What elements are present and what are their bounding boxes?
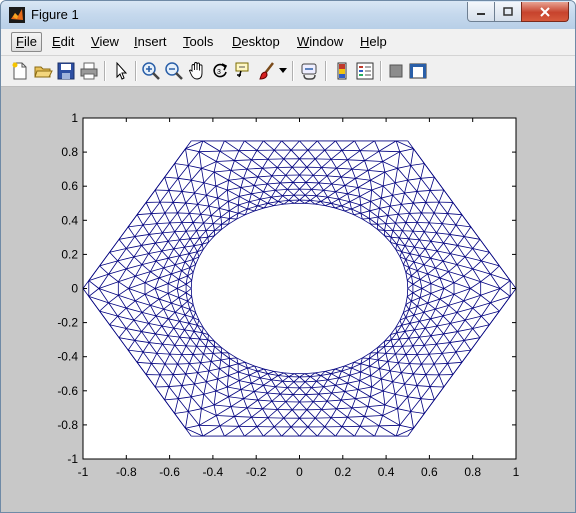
mesh-edge [251, 416, 268, 419]
link-plot-icon[interactable] [299, 61, 319, 81]
mesh-edge [331, 158, 348, 161]
menu-help[interactable]: Help [356, 33, 391, 51]
zoom-out-icon[interactable] [164, 61, 184, 81]
hide-plot-tools-icon[interactable] [386, 61, 406, 81]
insert-legend-icon[interactable] [355, 61, 375, 81]
mesh-edge [379, 150, 400, 153]
toolbar-separator [380, 61, 382, 81]
x-tick-label: 0.6 [421, 465, 438, 479]
x-tick-label: 0.8 [464, 465, 481, 479]
menu-insert[interactable]: Insert [130, 33, 171, 51]
mesh-edge [229, 218, 237, 220]
x-tick-label: -0.2 [246, 465, 267, 479]
figure-window: Figure 1 File Edit View Insert Tools Des… [0, 0, 576, 513]
mesh-edge [151, 212, 165, 214]
axes-background [82, 117, 517, 460]
mesh-edge [362, 218, 370, 220]
x-tick-labels: -1 -0.8 -0.6 -0.4 -0.2 0 0.2 0.4 0.6 0.8 1 [78, 465, 520, 479]
zoom-in-icon[interactable] [141, 61, 161, 81]
menu-edit[interactable]: Edit [48, 33, 78, 51]
axes-plot[interactable]: -1 -0.8 -0.6 -0.4 -0.2 0 0.2 0.4 0.6 0.8 1 1 0.8 0.6… [1, 87, 575, 512]
new-figure-icon[interactable] [10, 61, 30, 81]
brush-dropdown-icon[interactable] [279, 68, 287, 74]
minimize-icon [477, 12, 485, 15]
pan-hand-icon[interactable] [187, 61, 207, 81]
x-tick-label: -0.8 [116, 465, 137, 479]
title-bar[interactable]: Figure 1 [1, 1, 575, 29]
menu-view[interactable]: View [87, 33, 123, 51]
y-tick-label: 0.6 [61, 179, 78, 193]
y-tick-label: 0 [71, 282, 78, 296]
rotate-3d-icon[interactable]: 3 [210, 61, 230, 81]
mesh-edge [151, 363, 165, 365]
y-tick-label: -0.2 [57, 316, 78, 330]
toolbar-separator [104, 61, 106, 81]
mesh-edge [280, 182, 294, 184]
toolbar-separator [292, 61, 294, 81]
menu-bar: File Edit View Insert Tools Desktop Wind… [1, 29, 575, 76]
open-file-icon[interactable] [33, 61, 53, 81]
y-tick-label: 1 [71, 111, 78, 125]
y-tick-labels: 1 0.8 0.6 0.4 0.2 0 -0.2 -0.4 -0.6 -0.8 -1 [57, 111, 78, 466]
minimize-button[interactable] [467, 2, 495, 22]
mesh-edge [434, 363, 448, 365]
data-cursor-icon[interactable] [233, 61, 253, 81]
menu-desktop[interactable]: Desktop [228, 33, 284, 51]
mesh-edge [199, 424, 220, 427]
x-tick-label: 1 [513, 465, 520, 479]
toolbar-separator [135, 61, 137, 81]
x-tick-label: 0.2 [334, 465, 351, 479]
close-button[interactable] [521, 2, 569, 22]
mesh-edge [280, 393, 294, 395]
mesh-edge [199, 150, 220, 153]
menu-tools[interactable]: Tools [179, 33, 217, 51]
y-tick-label: -1 [67, 452, 78, 466]
y-tick-label: -0.6 [57, 384, 78, 398]
figure-canvas[interactable]: -1 -0.8 -0.6 -0.4 -0.2 0 0.2 0.4 0.6 0.8 1 1 0.8 0.6… [1, 87, 575, 512]
show-plot-tools-icon[interactable] [408, 61, 428, 81]
x-tick-label: 0 [296, 465, 303, 479]
y-tick-label: -0.4 [57, 350, 78, 364]
y-tick-label: -0.8 [57, 418, 78, 432]
y-tick-label: 0.8 [61, 145, 78, 159]
y-tick-label: 0.4 [61, 213, 78, 227]
x-tick-label: -0.4 [203, 465, 224, 479]
close-icon [540, 6, 550, 17]
edit-plot-arrow-icon[interactable] [111, 61, 131, 81]
mesh-edge [434, 212, 448, 214]
mesh-edge [229, 357, 237, 359]
mesh-edge [305, 182, 319, 184]
svg-text:3: 3 [217, 69, 221, 76]
mesh-edge [331, 416, 348, 419]
matlab-logo-icon [9, 7, 25, 23]
x-tick-label: 0.4 [378, 465, 395, 479]
maximize-icon [503, 7, 513, 16]
insert-colorbar-icon[interactable] [332, 61, 352, 81]
mesh-edge [251, 158, 268, 161]
mesh-edge [305, 393, 319, 395]
x-tick-label: -0.6 [159, 465, 180, 479]
window-title: Figure 1 [31, 7, 79, 22]
y-tick-label: 0.2 [61, 247, 78, 261]
x-tick-label: -1 [78, 465, 89, 479]
menu-file-rest: ile [23, 34, 37, 49]
print-icon[interactable] [79, 61, 99, 81]
save-icon[interactable] [56, 61, 76, 81]
figure-toolbar: 3 [1, 56, 575, 87]
mesh-edge [379, 424, 400, 427]
mesh-edge [362, 357, 370, 359]
menu-window[interactable]: Window [293, 33, 347, 51]
maximize-button[interactable] [494, 2, 522, 22]
menu-file[interactable]: File [11, 32, 42, 52]
toolbar-separator [325, 61, 327, 81]
brush-icon[interactable] [257, 61, 277, 81]
